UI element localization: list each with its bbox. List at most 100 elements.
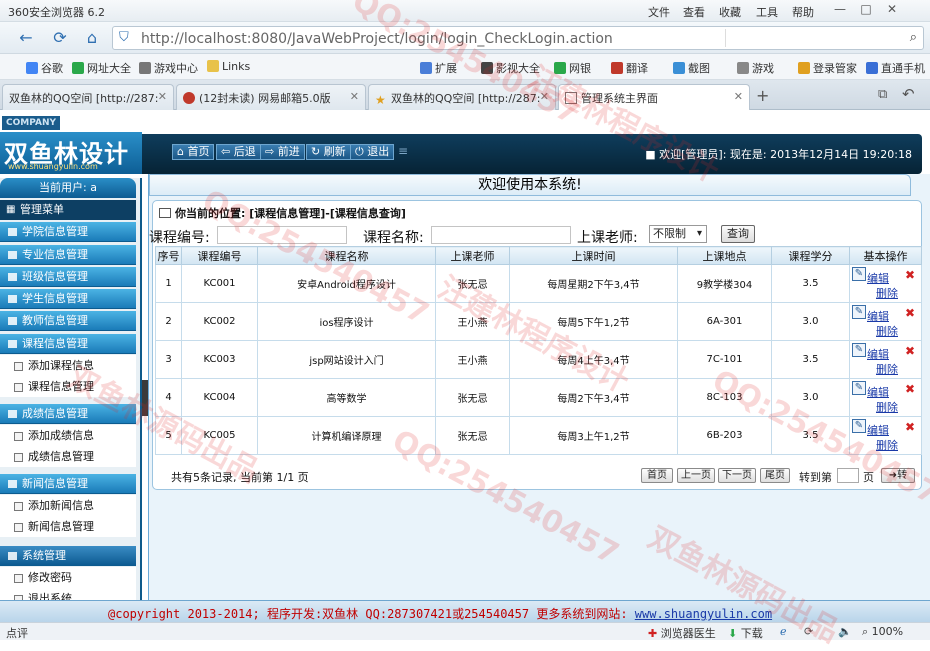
bookmark-video[interactable]: 影视大全 — [481, 60, 540, 76]
browser-doctor[interactable]: ✚ 浏览器医生 — [648, 625, 716, 641]
back-button[interactable]: ⇦ 后退 — [216, 144, 261, 160]
sidebar-item-manage-news[interactable]: 新闻信息管理 — [0, 516, 136, 537]
sidebar-group-student[interactable]: 学生信息管理 — [0, 289, 136, 309]
edit-link[interactable]: 编辑 — [867, 346, 889, 362]
search-icon[interactable]: ⌕ — [910, 30, 917, 45]
search-input[interactable] — [725, 29, 893, 47]
edit-link[interactable]: 编辑 — [867, 308, 889, 324]
refresh-button[interactable]: ↻ 刷新 — [306, 144, 351, 160]
next-page-button[interactable]: 下一页 — [718, 468, 756, 483]
ie-icon[interactable]: ℯ — [780, 625, 787, 638]
home-button[interactable]: ⌂ 首页 — [172, 144, 215, 160]
tab-admin-main[interactable]: 管理系统主界面 ✕ — [558, 84, 750, 110]
sidebar-group-college[interactable]: 学院信息管理 — [0, 222, 136, 242]
delete-link[interactable]: 删除 — [876, 285, 898, 301]
edit-link[interactable]: 编辑 — [867, 270, 889, 286]
close-tab-icon[interactable]: ✕ — [158, 90, 167, 103]
sidebar-group-course[interactable]: 课程信息管理 — [0, 334, 136, 354]
status-comment[interactable]: 点评 — [6, 625, 28, 641]
sidebar-group-teacher[interactable]: 教师信息管理 — [0, 311, 136, 331]
website-link[interactable]: www.shuangyulin.com — [635, 607, 772, 621]
address-text[interactable]: http://localhost:8080/JavaWebProject/log… — [141, 31, 613, 47]
edit-icon[interactable]: ✎ — [852, 419, 866, 433]
bookmark-screenshot[interactable]: 截图 — [673, 60, 710, 76]
sidebar-group-score[interactable]: 成绩信息管理 — [0, 404, 136, 424]
tab-qq-space-2[interactable]: ★ 双鱼林的QQ空间 [http://287: ✕ — [368, 84, 556, 110]
bookmark-login[interactable]: 登录管家 — [798, 60, 857, 76]
delete-icon[interactable]: ✖ — [905, 306, 915, 320]
delete-link[interactable]: 删除 — [876, 361, 898, 377]
menu-file[interactable]: 文件 — [648, 4, 670, 20]
delete-icon[interactable]: ✖ — [905, 344, 915, 358]
go-button[interactable]: ➜转 — [881, 468, 915, 483]
delete-link[interactable]: 删除 — [876, 323, 898, 339]
sidebar-item-add-news[interactable]: 添加新闻信息 — [0, 495, 136, 516]
last-page-button[interactable]: 尾页 — [760, 468, 790, 483]
close-window-icon[interactable]: ✕ — [882, 2, 902, 18]
bookmark-game[interactable]: 游戏 — [737, 60, 774, 76]
downloads[interactable]: ⬇ 下载 — [728, 625, 763, 641]
query-button[interactable]: 查询 — [721, 225, 755, 243]
bookmark-translate[interactable]: 翻译 — [611, 60, 648, 76]
edit-link[interactable]: 编辑 — [867, 384, 889, 400]
delete-icon[interactable]: ✖ — [905, 268, 915, 282]
menu-help[interactable]: 帮助 — [792, 4, 814, 20]
menu-favorites[interactable]: 收藏 — [719, 4, 741, 20]
menu-view[interactable]: 查看 — [683, 4, 705, 20]
close-tab-icon[interactable]: ✕ — [734, 90, 743, 103]
delete-link[interactable]: 删除 — [876, 437, 898, 453]
menu-tools[interactable]: 工具 — [756, 4, 778, 20]
jump-page-input[interactable] — [837, 468, 859, 483]
sidebar-group-class[interactable]: 班级信息管理 — [0, 267, 136, 287]
home-icon[interactable]: ⌂ — [80, 27, 104, 49]
sidebar-group-system[interactable]: 系统管理 — [0, 546, 136, 566]
edit-icon[interactable]: ✎ — [852, 305, 866, 319]
bookmark-sites[interactable]: 网址大全 — [72, 60, 131, 76]
refresh-icon[interactable]: ⟳ — [48, 27, 72, 49]
bookmark-extensions[interactable]: 扩展 — [420, 60, 457, 76]
close-tab-icon[interactable]: ✕ — [540, 90, 549, 103]
sidebar-group-major[interactable]: 专业信息管理 — [0, 245, 136, 265]
bookmark-links[interactable]: Links — [207, 60, 250, 73]
sidebar-item-add-score[interactable]: 添加成绩信息 — [0, 425, 136, 446]
first-page-button[interactable]: 首页 — [641, 468, 673, 483]
sidebar-item-manage-course[interactable]: 课程信息管理 — [0, 376, 136, 397]
back-icon[interactable]: ← — [14, 27, 38, 49]
sidebar-item-add-course[interactable]: 添加课程信息 — [0, 355, 136, 376]
address-bar[interactable]: ⛉ http://localhost:8080/JavaWebProject/l… — [112, 26, 924, 50]
sidebar-item-change-password[interactable]: 修改密码 — [0, 567, 136, 588]
sidebar-item-logout[interactable]: 退出系统 — [0, 588, 136, 600]
tab-qq-space-1[interactable]: 双鱼林的QQ空间 [http://287: ✕ — [2, 84, 174, 110]
prev-page-button[interactable]: 上一页 — [677, 468, 715, 483]
close-tab-icon[interactable]: ✕ — [350, 90, 359, 103]
logout-button[interactable]: ⏻ 退出 — [350, 144, 395, 160]
table-row: 4 KC004 高等数学 张无忌 每周2下午3,4节 8C-103 3.0 ✎ 编辑 删除 ✖ — [155, 378, 922, 417]
forward-button[interactable]: ⇨ 前进 — [260, 144, 305, 160]
bookmark-google[interactable]: 谷歌 — [26, 60, 63, 76]
edit-icon[interactable]: ✎ — [852, 381, 866, 395]
restore-tab-icon[interactable]: ⧉ — [878, 87, 887, 102]
minimize-icon[interactable]: — — [830, 2, 850, 18]
cell-code: KC002 — [181, 302, 258, 341]
tab-mail[interactable]: (12封未读) 网易邮箱5.0版 ✕ — [176, 84, 366, 110]
delete-link[interactable]: 删除 — [876, 399, 898, 415]
delete-icon[interactable]: ✖ — [905, 382, 915, 396]
bookmark-phone[interactable]: 直通手机 — [866, 60, 925, 76]
edit-icon[interactable]: ✎ — [852, 343, 866, 357]
undo-close-icon[interactable]: ↶ — [902, 85, 915, 103]
edit-icon[interactable]: ✎ — [852, 267, 866, 281]
new-tab-icon[interactable]: + — [756, 86, 769, 105]
course-code-input[interactable] — [217, 226, 347, 244]
bookmark-games[interactable]: 游戏中心 — [139, 60, 198, 76]
sidebar-group-news[interactable]: 新闻信息管理 — [0, 474, 136, 494]
sidebar-item-manage-score[interactable]: 成绩信息管理 — [0, 446, 136, 467]
zoom-level[interactable]: ⌕ 100% — [862, 625, 903, 639]
maximize-icon[interactable]: □ — [856, 2, 876, 18]
course-name-input[interactable] — [431, 226, 571, 244]
reload-icon[interactable]: ⟳ — [804, 625, 813, 638]
edit-link[interactable]: 编辑 — [867, 422, 889, 438]
volume-icon[interactable]: 🔈 — [838, 625, 852, 638]
delete-icon[interactable]: ✖ — [905, 420, 915, 434]
teacher-select[interactable]: 不限制 — [649, 225, 707, 243]
bookmark-bank[interactable]: 网银 — [554, 60, 591, 76]
